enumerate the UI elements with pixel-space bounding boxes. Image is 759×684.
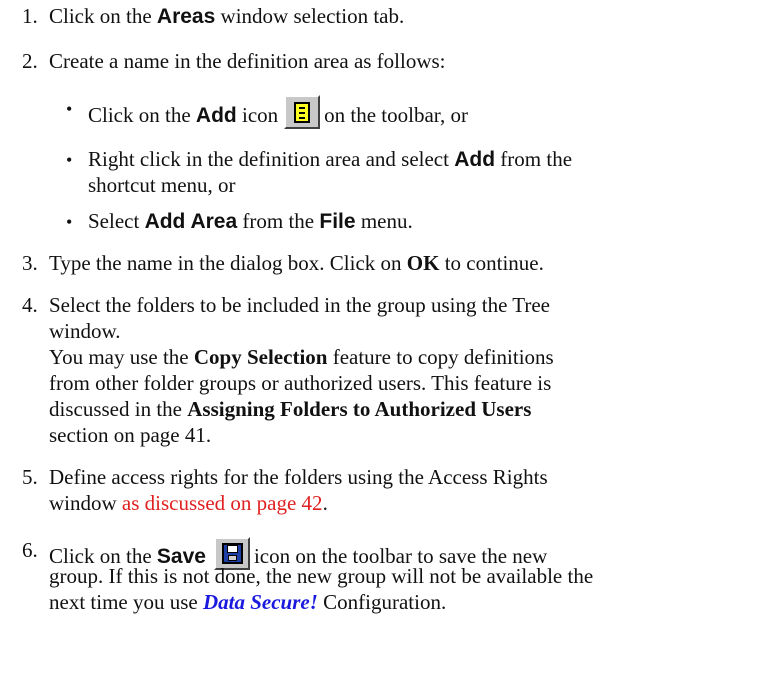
bullet-3-post: menu.: [355, 209, 413, 233]
add-ref: Add: [195, 104, 237, 127]
step-4-line-4: from other folder groups or authorized u…: [49, 371, 552, 395]
step-4-line-2: window.: [49, 319, 121, 343]
add-ref: Add: [454, 148, 496, 171]
step-3-text: Type the name in the dialog box. Click o…: [49, 250, 544, 276]
step-1-number: 1.: [22, 4, 38, 28]
assigning-folders-ref: Assigning Folders to Authorized Users: [187, 397, 532, 421]
step-2-number: 2.: [22, 49, 38, 73]
step-5-line-2-post: .: [322, 491, 328, 515]
step-1-text: Click on the Areas window selection tab.: [49, 3, 404, 30]
step-4-line-3-post: feature to copy definitions: [327, 345, 554, 369]
step-6-line-3-pre: next time you use: [49, 590, 203, 614]
bullet-3-mid: from the: [237, 209, 320, 233]
copy-selection-ref: Copy Selection: [193, 345, 328, 369]
ok-ref: OK: [406, 251, 440, 275]
bullet-2-pre: Right click in the definition area and s…: [88, 147, 455, 171]
step-1-pre: Click on the: [49, 4, 157, 28]
step-6-line-3-post: Configuration.: [317, 590, 447, 614]
step-4-line-6: section on page 41.: [49, 423, 212, 447]
step-2-bullet-1: Click on the Add icon on the toolbar, or: [88, 95, 468, 129]
step-5-number: 5.: [22, 465, 38, 489]
step-4-line-3-pre: You may use the: [49, 345, 194, 369]
bullet: •: [66, 99, 73, 119]
step-3-number: 3.: [22, 251, 38, 275]
step-5-line-2-pre: window: [49, 491, 122, 515]
step-6-line-2: group. If this is not done, the new grou…: [49, 564, 594, 588]
step-3-pre: Type the name in the dialog box. Click o…: [49, 251, 407, 275]
page-42-link[interactable]: as discussed on page 42: [122, 491, 323, 515]
areas-tab-ref: Areas: [156, 5, 216, 28]
bullet-3-pre: Select: [88, 209, 145, 233]
step-2-bullet-2-line-1: Right click in the definition area and s…: [88, 146, 572, 173]
step-2-bullet-2-line-2: shortcut menu, or: [88, 173, 236, 197]
step-4-line-1: Select the folders to be included in the…: [49, 293, 550, 317]
file-menu-ref: File: [319, 210, 356, 233]
add-area-ref: Add Area: [144, 210, 238, 233]
bullet-1-mid: icon: [236, 103, 279, 127]
step-2-text: Create a name in the definition area as …: [49, 49, 446, 73]
step-4-line-5-pre: discussed in the: [49, 397, 188, 421]
bullet: •: [66, 212, 73, 232]
step-4-number: 4.: [22, 293, 38, 317]
step-3-post: to continue.: [439, 251, 544, 275]
step-4-line-3: You may use the Copy Selection feature t…: [49, 344, 554, 370]
bullet: •: [66, 150, 73, 170]
bullet-2-post: from the: [495, 147, 573, 171]
step-2-bullet-3: Select Add Area from the File menu.: [88, 208, 413, 235]
step-5-line-1: Define access rights for the folders usi…: [49, 465, 548, 489]
step-4-line-5: discussed in the Assigning Folders to Au…: [49, 396, 531, 422]
step-6-line-3: next time you use Data Secure! Configura…: [49, 589, 446, 615]
step-1-post: window selection tab.: [215, 4, 405, 28]
step-5-line-2: window as discussed on page 42.: [49, 490, 328, 516]
step-6-number: 6.: [22, 538, 38, 562]
add-icon: [284, 95, 321, 129]
bullet-1-pre: Click on the: [88, 103, 196, 127]
bullet-1-post: on the toolbar, or: [324, 103, 468, 127]
brand-name: Data Secure!: [202, 590, 318, 614]
